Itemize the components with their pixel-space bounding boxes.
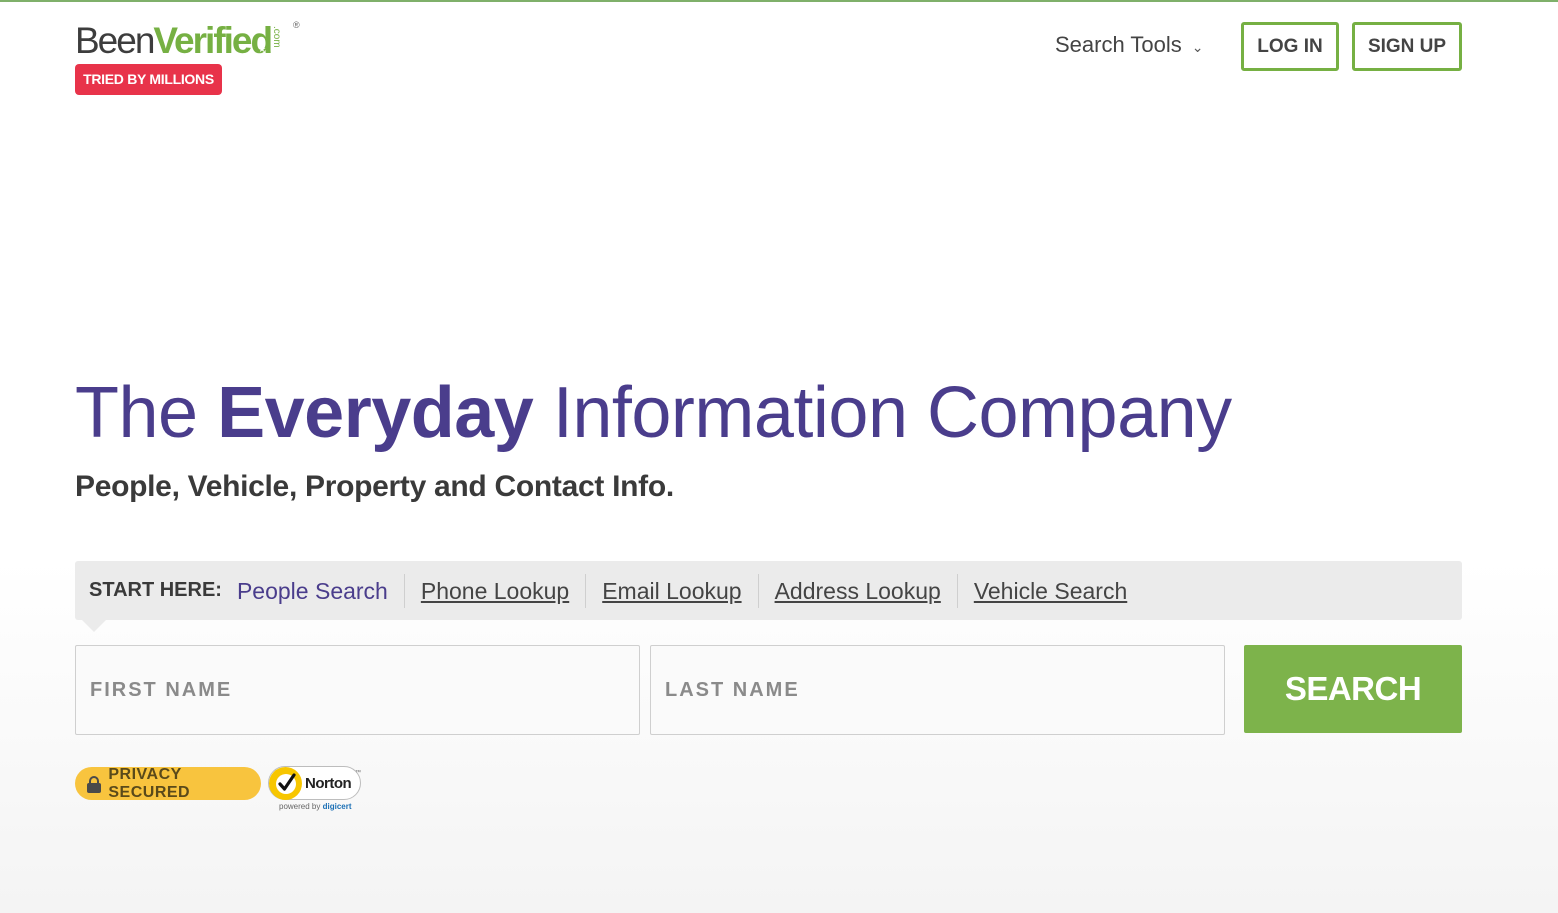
- norton-wordmark: Norton: [305, 775, 352, 792]
- logo-verified: Verified: [153, 20, 273, 61]
- search-button[interactable]: SEARCH: [1244, 645, 1462, 733]
- first-name-field[interactable]: [75, 645, 640, 735]
- chevron-down-icon: ⌄: [1191, 38, 1204, 55]
- headline-bold: Everyday: [217, 373, 534, 453]
- checkmark-icon: [269, 767, 302, 800]
- digicert-label: digicert: [322, 802, 352, 811]
- tab-address-lookup[interactable]: Address Lookup: [757, 573, 957, 608]
- powered-by-label: powered by: [279, 802, 321, 811]
- tab-vehicle-search[interactable]: Vehicle Search: [956, 573, 1143, 608]
- page-title: The Everyday Information Company: [75, 372, 1232, 454]
- headline-post: Information Company: [533, 373, 1232, 453]
- tried-by-millions-badge: TRIED BY MILLIONS: [75, 64, 222, 95]
- page-subtitle: People, Vehicle, Property and Contact In…: [75, 470, 674, 503]
- lock-icon: [87, 775, 101, 793]
- privacy-secured-badge: PRIVACY SECURED: [75, 765, 261, 801]
- search-tools-label: Search Tools: [1055, 32, 1182, 57]
- search-tools-menu[interactable]: Search Tools ⌄: [1055, 32, 1204, 58]
- norton-powered-by: powered by digicert: [279, 802, 352, 811]
- signup-button[interactable]: SIGN UP: [1352, 22, 1462, 71]
- tab-people-search[interactable]: People Search: [237, 574, 404, 608]
- active-tab-pointer: [82, 620, 106, 632]
- start-here-label: START HERE:: [89, 579, 222, 601]
- headline-pre: The: [75, 373, 218, 453]
- logo-been: Been: [75, 20, 155, 61]
- norton-trademark: ™: [355, 770, 361, 776]
- last-name-field[interactable]: [650, 645, 1225, 735]
- tab-email-lookup[interactable]: Email Lookup: [585, 573, 757, 608]
- registered-mark: ®: [293, 20, 300, 30]
- privacy-secured-label: PRIVACY SECURED: [108, 765, 191, 801]
- logo-com: .com: [271, 26, 282, 48]
- top-accent-line: [0, 0, 1558, 2]
- tab-phone-lookup[interactable]: Phone Lookup: [403, 573, 585, 608]
- norton-seal[interactable]: Norton ™ powered by digicert: [268, 762, 363, 812]
- login-button[interactable]: LOG IN: [1241, 22, 1339, 71]
- search-type-tabs: START HERE: People Search Phone Lookup E…: [75, 561, 1462, 620]
- star-icon: ★: [258, 44, 267, 54]
- beenverified-logo[interactable]: BeenVerified ★ .com ® TRIED BY MILLIONS: [75, 20, 315, 100]
